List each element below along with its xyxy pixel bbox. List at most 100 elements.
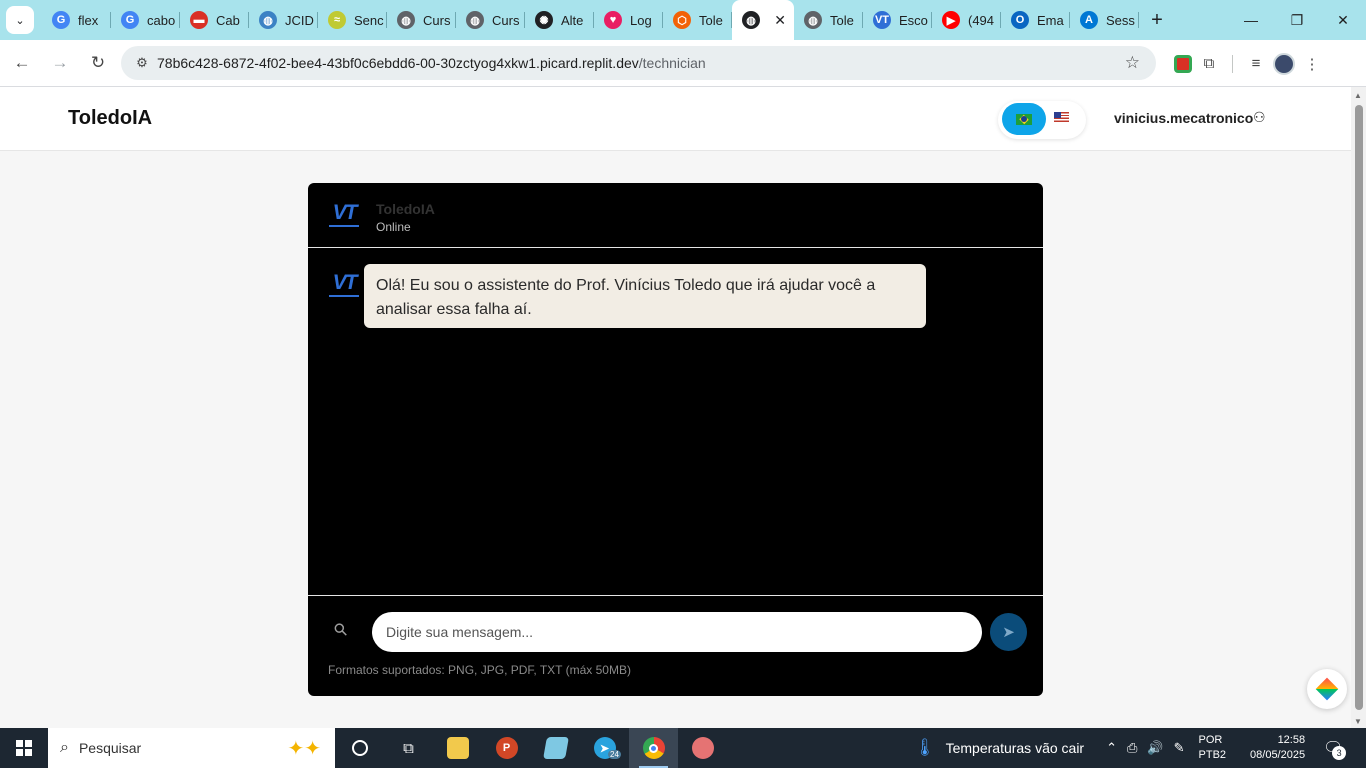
tab-label: Sess	[1106, 12, 1135, 28]
tab-13[interactable]: ▶ (494	[932, 0, 1001, 40]
site-info-icon[interactable]: ⚙	[127, 55, 157, 71]
floating-assistant-button[interactable]	[1307, 669, 1347, 709]
globe-icon: ◍	[259, 11, 277, 29]
volume-icon[interactable]: 🔊	[1147, 740, 1163, 756]
cortana-icon[interactable]	[335, 728, 384, 768]
globe-icon: ◍	[397, 11, 415, 29]
scroll-down-icon[interactable]: ▼	[1354, 717, 1362, 726]
bookmark-star-icon[interactable]: ☆	[1125, 53, 1140, 73]
vt-logo-icon: VT	[327, 202, 361, 229]
attach-paperclip-icon[interactable]: ⚲	[330, 619, 353, 642]
tab-12[interactable]: VT Esco	[863, 0, 932, 40]
clock[interactable]: 12:58 08/05/2025	[1250, 733, 1305, 763]
search-label: Pesquisar	[78, 740, 142, 756]
notes-app-icon[interactable]	[531, 728, 580, 768]
media-control-icon[interactable]: ≡	[1239, 55, 1273, 72]
us-flag-icon[interactable]	[1054, 112, 1069, 122]
browser-tab-strip: ⌄ Gflex Gcabo ▬ Cab ◍ JCID ≈ Senc ◍ Curs ◍ Curs ✺ Alt…	[0, 0, 1366, 40]
window-controls: — ❐ ✕	[1228, 0, 1366, 40]
reload-icon[interactable]: ↻	[82, 47, 114, 79]
username-label[interactable]: vinicius.mecatronico	[1114, 110, 1253, 126]
send-button[interactable]: ➤	[990, 613, 1027, 651]
page-viewport: ToledoIA vinicius.mecatronico ⚇ VT Toled…	[0, 87, 1351, 728]
brazil-flag-icon	[1016, 113, 1032, 125]
tab-label: Ema	[1037, 12, 1064, 28]
file-explorer-icon[interactable]	[433, 728, 482, 768]
start-button[interactable]	[0, 728, 48, 768]
tab-0[interactable]: Gflex	[42, 0, 111, 40]
tab-label: JCID	[285, 12, 314, 28]
tab-label: cabo	[147, 12, 176, 28]
notification-icon[interactable]: 🗨3	[1323, 738, 1347, 760]
extension-record-icon[interactable]	[1174, 54, 1192, 73]
message-input[interactable]	[372, 612, 982, 652]
telegram-icon[interactable]: ➤ 24	[580, 728, 629, 768]
globe-icon: ◍	[742, 11, 760, 29]
forward-icon[interactable]: →	[44, 47, 76, 79]
language-pt-button[interactable]	[1002, 103, 1046, 135]
input-language[interactable]: POR PTB2	[1199, 733, 1227, 763]
globe-icon: ◍	[466, 11, 484, 29]
chat-composer: ⚲ ➤ Formatos suportados: PNG, JPG, PDF, …	[308, 595, 1043, 696]
task-view-icon[interactable]: ⧉	[384, 728, 433, 768]
tab-label: Tole	[830, 12, 854, 28]
pdf-icon: ▬	[190, 11, 208, 29]
profile-avatar[interactable]	[1273, 52, 1295, 75]
menu-kebab-icon[interactable]: ⋮	[1295, 55, 1329, 73]
language-toggle	[998, 101, 1086, 139]
tab-11[interactable]: ◍ Tole	[794, 0, 863, 40]
tab-6[interactable]: ◍ Curs	[456, 0, 525, 40]
tab-4[interactable]: ≈ Senc	[318, 0, 387, 40]
tab-5[interactable]: ◍ Curs	[387, 0, 456, 40]
powerpoint-icon[interactable]: P	[482, 728, 531, 768]
notification-count: 3	[1332, 746, 1347, 760]
extensions-puzzle-icon[interactable]: ⧉	[1192, 55, 1226, 72]
pen-icon[interactable]: ✎	[1174, 740, 1185, 756]
tab-label: flex	[78, 12, 99, 28]
scroll-up-icon[interactable]: ▲	[1354, 91, 1362, 100]
address-bar[interactable]: ⚙ 78b6c428-6872-4f02-bee4-43bf0c6ebdd6-0…	[121, 46, 1156, 80]
tab-7[interactable]: ✺ Alte	[525, 0, 594, 40]
chrome-icon[interactable]	[629, 728, 678, 768]
copilot-sparkle-icon: ✦✦	[287, 738, 321, 760]
tab-2[interactable]: ▬ Cab	[180, 0, 249, 40]
chevron-up-icon[interactable]: ⌃	[1106, 740, 1117, 756]
thermometer-icon: 🌡	[914, 738, 936, 757]
back-icon[interactable]: ←	[6, 47, 38, 79]
outlook-icon: O	[1011, 11, 1029, 29]
tab-1[interactable]: Gcabo	[111, 0, 180, 40]
taskbar-search[interactable]: ⌕ Pesquisar ✦✦	[48, 728, 335, 768]
url-text[interactable]: 78b6c428-6872-4f02-bee4-43bf0c6ebdd6-00-…	[157, 55, 706, 71]
tab-10[interactable]: ◍ ✕	[732, 0, 794, 40]
google-icon: G	[121, 11, 139, 29]
new-tab-icon[interactable]: +	[1143, 6, 1171, 34]
tab-8[interactable]: ♥ Log	[594, 0, 663, 40]
restore-icon[interactable]: ❐	[1274, 0, 1320, 40]
tab-15[interactable]: A Sess	[1070, 0, 1139, 40]
snipping-tool-icon[interactable]	[678, 728, 727, 768]
bot-name: ToledoIA	[376, 201, 435, 217]
replit-icon: ⬡	[673, 11, 691, 29]
minimize-icon[interactable]: —	[1228, 0, 1274, 40]
scroll-thumb[interactable]	[1355, 105, 1363, 710]
close-window-icon[interactable]: ✕	[1320, 0, 1366, 40]
user-icon[interactable]: ⚇	[1253, 109, 1266, 126]
meet-now-icon[interactable]: ⎙	[1127, 740, 1137, 756]
bot-message-bubble: Olá! Eu sou o assistente do Prof. Viníci…	[364, 264, 926, 328]
tab-14[interactable]: O Ema	[1001, 0, 1070, 40]
google-icon: G	[52, 11, 70, 29]
sendpulse-icon: ≈	[328, 11, 346, 29]
tab-9[interactable]: ⬡ Tole	[663, 0, 732, 40]
system-tray: 🌡 Temperaturas vão cair ⌃ ⎙ 🔊 ✎ POR PTB2 …	[914, 728, 1347, 768]
openai-icon: ✺	[535, 11, 553, 29]
send-icon: ➤	[1002, 624, 1015, 641]
page-scrollbar[interactable]: ▲ ▼	[1351, 87, 1366, 728]
toolbar-right: ⧉ ≡ ⋮	[1168, 40, 1329, 87]
supported-formats-note: Formatos suportados: PNG, JPG, PDF, TXT …	[328, 663, 631, 677]
tab-3[interactable]: ◍ JCID	[249, 0, 318, 40]
brand-logo[interactable]: ToledoIA	[68, 107, 152, 130]
weather-text[interactable]: Temperaturas vão cair	[946, 740, 1085, 756]
tab-label: Log	[630, 12, 652, 28]
tab-search-dropdown-icon[interactable]: ⌄	[6, 6, 34, 34]
close-tab-icon[interactable]: ✕	[774, 12, 786, 29]
